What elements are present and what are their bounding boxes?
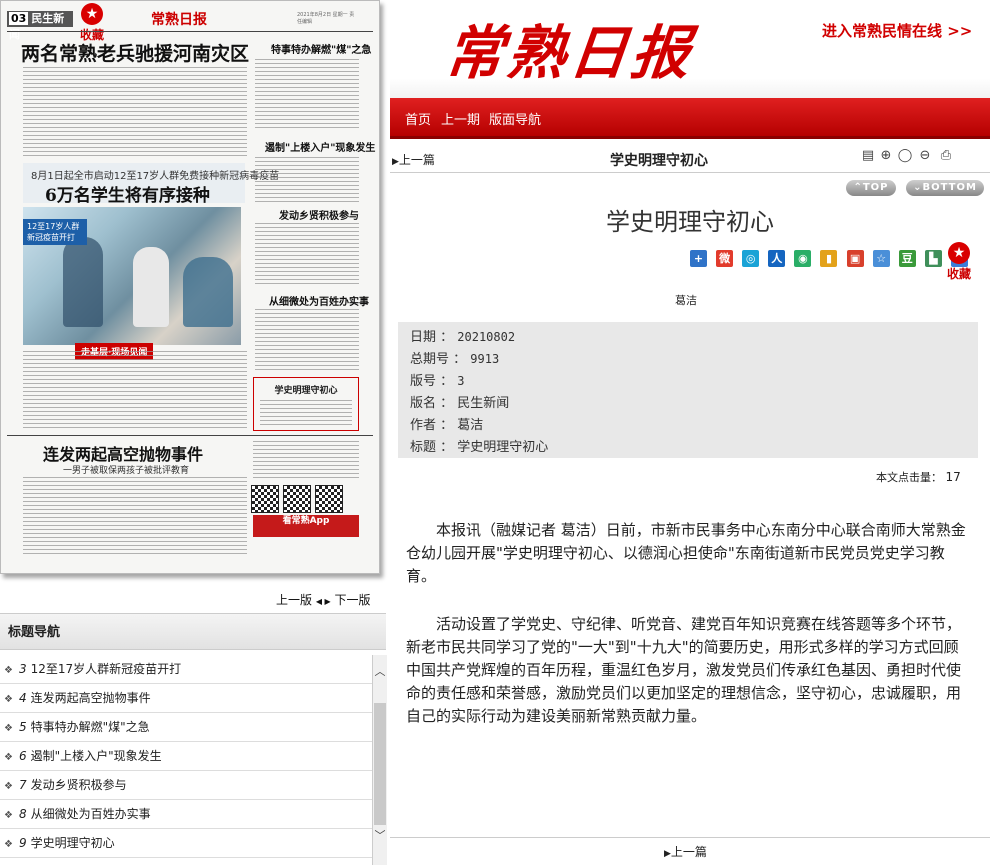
title-nav-item[interactable]: ❖ 8 从细微处为百姓办实事 bbox=[0, 800, 372, 829]
paper-headline-1[interactable]: 两名常熟老兵驰援河南灾区 bbox=[21, 39, 249, 66]
meta-issue: 总期号 ： 9913 bbox=[410, 352, 500, 367]
site-logo[interactable]: 常熟日报 bbox=[442, 6, 699, 90]
diamond-icon: ❖ bbox=[4, 810, 13, 821]
zoom-out-icon[interactable]: ⊖ bbox=[917, 148, 933, 164]
paper-right-headline-3[interactable]: 发动乡贤积极参与 bbox=[279, 207, 359, 222]
douban-share-icon[interactable]: ▣ bbox=[846, 250, 864, 267]
qr-codes bbox=[251, 485, 359, 515]
photo-tag: 12至17岁人群新冠疫苗开打 bbox=[23, 219, 87, 245]
article-meta-box: 日期 ： 20210802 总期号 ： 9913 版号 ： 3 版名 ： 民生新… bbox=[398, 322, 978, 458]
favorite-button[interactable]: ★ 收藏 bbox=[77, 3, 107, 43]
chevron-down-icon[interactable]: ﹀ bbox=[373, 827, 387, 843]
meta-title: 标题 ： 学史明理守初心 bbox=[410, 440, 549, 455]
article-byline: 葛洁 bbox=[675, 294, 697, 307]
page-arrows[interactable]: ◀ ▶ bbox=[316, 597, 331, 606]
zoom-reset-icon[interactable]: ◯ bbox=[897, 148, 913, 164]
title-nav-item[interactable]: ❖ 5 特事特办解燃"煤"之急 bbox=[0, 713, 372, 742]
qzone-icon[interactable]: ◎ bbox=[742, 250, 760, 267]
star-icon: ★ bbox=[948, 242, 970, 264]
nav-home[interactable]: 首页 bbox=[405, 109, 431, 128]
prev-article-link-top[interactable]: ▶上一篇 bbox=[392, 151, 435, 168]
paper-date-line: 2021年8月2日 星期一 责任编辑 bbox=[297, 12, 355, 25]
weibo-icon[interactable]: 微 bbox=[716, 250, 734, 267]
print-preview-icon[interactable]: ▤ bbox=[860, 148, 876, 164]
nav-layout[interactable]: 版面导航 bbox=[489, 109, 541, 128]
diamond-icon: ❖ bbox=[4, 839, 13, 850]
kaixin-icon[interactable]: ▮ bbox=[820, 250, 838, 267]
enter-minqing-link[interactable]: 进入常熟民情在线 >> bbox=[822, 20, 972, 41]
title-nav-list: ❖ 3 12至17岁人群新冠疫苗开打 ❖ 4 连发两起高空抛物事件 ❖ 5 特事特办解燃"煤… bbox=[0, 655, 372, 865]
diamond-icon: ❖ bbox=[4, 665, 13, 676]
app-promo-bar: 看常熟App bbox=[253, 515, 359, 537]
favorite-button-article[interactable]: ★ 收藏 bbox=[944, 242, 974, 282]
prev-page-link[interactable]: 上一版 bbox=[276, 593, 312, 607]
douban-icon[interactable]: 豆 bbox=[898, 250, 916, 267]
scrollbar-thumb[interactable] bbox=[374, 703, 386, 825]
paper-boxed-article[interactable]: 学史明理守初心 bbox=[253, 377, 359, 431]
prev-article-link-bottom[interactable]: ▶上一篇 bbox=[664, 843, 707, 860]
diamond-icon: ❖ bbox=[4, 694, 13, 705]
article-title: 学史明理守初心 bbox=[606, 208, 774, 236]
page-pager: 上一版 ◀ ▶ 下一版 bbox=[276, 591, 371, 608]
diamond-icon: ❖ bbox=[4, 723, 13, 734]
title-nav-item[interactable]: ❖ 7 发动乡贤积极参与 bbox=[0, 771, 372, 800]
paper-small-logo: 常熟日报 bbox=[151, 12, 207, 28]
chevron-up-icon[interactable]: ︿ bbox=[373, 663, 387, 679]
newspaper-page-preview[interactable]: 03 民生新闻 ★ 收藏 常熟日报 2021年8月2日 星期一 责任编辑 两名常熟… bbox=[0, 0, 380, 574]
paper-right-headline-4[interactable]: 从细微处为百姓办实事 bbox=[269, 293, 369, 308]
article-paragraph-1: 本报讯（融媒记者 葛洁）日前，市新市民事务中心东南分中心联合南师大常熟金仓幼儿园… bbox=[406, 521, 966, 585]
bottom-divider bbox=[390, 837, 990, 838]
title-nav-item[interactable]: ❖ 3 12至17岁人群新冠疫苗开打 bbox=[0, 655, 372, 684]
up-arrow-icon: ⌃ bbox=[853, 182, 863, 193]
article-hit-count: 本文点击量： 17 bbox=[876, 470, 961, 484]
title-nav-header: 标题导航 bbox=[0, 613, 386, 650]
bookmark-share-icon[interactable]: ▙ bbox=[924, 250, 942, 267]
paper-photo[interactable]: 12至17岁人群新冠疫苗开打 走基层·现场见闻 bbox=[23, 207, 241, 360]
zoom-in-icon[interactable]: ⊕ bbox=[878, 148, 894, 164]
renren-icon[interactable]: 人 bbox=[768, 250, 786, 267]
title-nav-item[interactable]: ❖ 6 遏制"上楼入户"现象发生 bbox=[0, 742, 372, 771]
nav-prev-issue[interactable]: 上一期 bbox=[441, 109, 480, 128]
next-page-link[interactable]: 下一版 bbox=[335, 593, 371, 607]
paper-headline-2[interactable]: 6万名学生将有序接种 bbox=[45, 181, 210, 206]
title-nav-scrollbar[interactable]: ︿ ﹀ bbox=[372, 655, 387, 865]
toolbar-title: 学史明理守初心 bbox=[610, 153, 708, 169]
diamond-icon: ❖ bbox=[4, 752, 13, 763]
paper-kicker-2: 8月1日起全市启动12至17岁人群免费接种新冠病毒疫苗 bbox=[31, 171, 280, 182]
share-plus-icon[interactable]: + bbox=[690, 250, 707, 267]
diamond-icon: ❖ bbox=[4, 781, 13, 792]
triangle-right-icon: ▶ bbox=[392, 157, 399, 167]
paper-headline-3[interactable]: 连发两起高空抛物事件 bbox=[43, 441, 203, 465]
meta-author: 作者 ： 葛洁 bbox=[410, 418, 484, 433]
meta-page-no: 版号 ： 3 bbox=[410, 374, 465, 389]
meta-date: 日期 ： 20210802 bbox=[410, 330, 516, 345]
star-icon: ★ bbox=[81, 3, 103, 25]
paper-right-headline-2[interactable]: 遏制"上楼入户"现象发生 bbox=[265, 139, 375, 154]
share-icons: + 微 ◎ 人 ◉ ▮ ▣ ☆ 豆 ▙ 1 bbox=[690, 250, 972, 268]
main-nav-bar: 首页 上一期 版面导航 bbox=[390, 98, 990, 139]
page-number-tag: 03 民生新闻 bbox=[7, 11, 73, 41]
title-nav-item[interactable]: ❖ 4 连发两起高空抛物事件 bbox=[0, 684, 372, 713]
paper-sub-3: 一男子被取保两孩子被批评教育 bbox=[63, 466, 190, 476]
scroll-bottom-button[interactable]: ⌄BOTTOM bbox=[906, 180, 984, 196]
meta-page-name: 版名 ： 民生新闻 bbox=[410, 396, 510, 411]
wechat-icon[interactable]: ◉ bbox=[794, 250, 812, 267]
paper-right-headline-1[interactable]: 特事特办解燃"煤"之急 bbox=[271, 41, 371, 56]
star-share-icon[interactable]: ☆ bbox=[872, 250, 890, 267]
triangle-right-icon: ▶ bbox=[664, 849, 671, 859]
article-paragraph-2: 活动设置了学党史、守纪律、听党音、建党百年知识竞赛在线答题等多个环节，新老市民共… bbox=[406, 615, 962, 725]
scroll-top-button[interactable]: ⌃TOP bbox=[846, 180, 896, 196]
title-nav-item[interactable]: ❖ 9 学史明理守初心 bbox=[0, 829, 372, 858]
printer-icon[interactable]: ⎙ bbox=[938, 148, 954, 164]
